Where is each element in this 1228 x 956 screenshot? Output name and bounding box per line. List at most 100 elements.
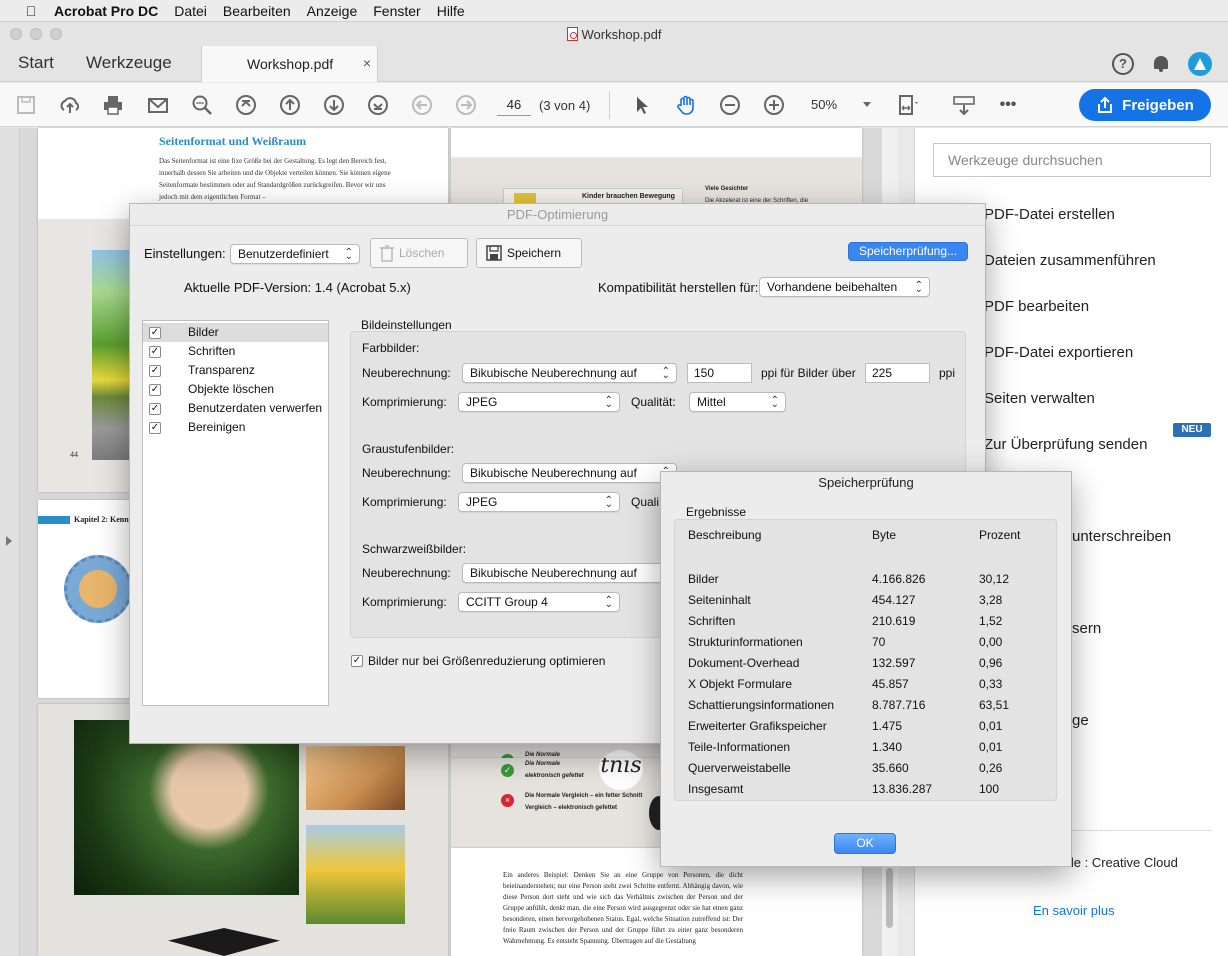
save-settings-label: Speichern (507, 246, 562, 260)
portrait-photo (74, 720, 299, 895)
list-item-clean-up[interactable]: ✓ Bereinigen (143, 418, 328, 437)
save-settings-button[interactable]: Speichern (476, 238, 582, 268)
tab-tools[interactable]: Werkzeuge (86, 53, 172, 73)
mono-resample-select[interactable]: Bikubische Neuberechnung auf (462, 563, 677, 585)
list-item-fonts[interactable]: ✓ Schriften (143, 342, 328, 361)
menu-item-fenster[interactable]: Fenster (373, 3, 420, 19)
pdf-version-label: Aktuelle PDF-Version: 1.4 (Acrobat 5.x) (184, 280, 411, 295)
help-icon[interactable]: ? (1112, 53, 1134, 75)
color-ppi-over-input[interactable]: 225 (865, 363, 930, 383)
gray-resample-label: Neuberechnung: (362, 466, 451, 480)
upload-cloud-icon[interactable] (59, 94, 81, 116)
checkbox-clean-up[interactable]: ✓ (149, 422, 161, 434)
apple-icon[interactable]:  (20, 3, 42, 19)
first-page-icon[interactable] (235, 94, 257, 116)
zoom-out-icon[interactable] (719, 94, 741, 116)
print-icon[interactable] (102, 94, 124, 116)
optimize-only-if-smaller-checkbox[interactable]: ✓ (351, 655, 363, 667)
tool-combine-files[interactable]: Dateien zusammenführen (984, 252, 1156, 269)
creative-cloud-label: lle : Creative Cloud (1068, 855, 1178, 870)
gray-resample-select[interactable]: Bikubische Neuberechnung auf (462, 463, 677, 485)
row-bytes: 35.660 (872, 761, 909, 775)
list-item-images[interactable]: ✓ Bilder (143, 323, 328, 342)
list-item-discard-objects[interactable]: ✓ Objekte löschen (143, 380, 328, 399)
color-compression-select[interactable]: JPEG (458, 392, 620, 414)
row-bytes: 70 (872, 635, 886, 649)
zoom-window-button[interactable] (50, 28, 62, 40)
row-bytes: 45.857 (872, 677, 909, 691)
column-header-percent: Prozent (979, 528, 1021, 542)
color-ppi-input[interactable]: 150 (687, 363, 752, 383)
compatibility-select[interactable]: Vorhandene beibehalten (759, 277, 930, 299)
menu-item-datei[interactable]: Datei (174, 3, 207, 19)
tool-organize-pages[interactable]: Seiten verwalten (984, 390, 1095, 407)
save-icon[interactable] (15, 94, 37, 116)
ppi-unit-label: ppi (939, 366, 956, 380)
color-quality-select[interactable]: Mittel (689, 392, 786, 414)
gray-compression-select[interactable]: JPEG (458, 492, 620, 514)
avatar[interactable] (1188, 52, 1212, 76)
hand-tool-icon[interactable] (675, 94, 697, 116)
scrollbar-thumb[interactable] (886, 868, 893, 928)
ok-button[interactable]: OK (834, 833, 896, 854)
learn-more-link[interactable]: En savoir plus (1033, 903, 1115, 918)
list-item-label: Bereinigen (188, 420, 246, 434)
color-resample-select[interactable]: Bikubische Neuberechnung auf (462, 363, 677, 385)
checkbox-images[interactable]: ✓ (149, 327, 161, 339)
tool-edit-pdf[interactable]: PDF bearbeiten (984, 298, 1089, 315)
tool-export-pdf[interactable]: PDF-Datei exportieren (984, 344, 1133, 361)
page-fit-icon[interactable] (897, 94, 919, 116)
row-bytes: 4.166.826 (872, 572, 926, 586)
tab-document[interactable]: Workshop.pdf × (201, 46, 378, 82)
next-page-icon[interactable] (323, 94, 345, 116)
navigation-pane-toggle[interactable] (0, 128, 20, 956)
page-number-input[interactable]: 46 (497, 94, 531, 116)
share-button[interactable]: Freigeben (1079, 89, 1211, 121)
tool-send-for-review[interactable]: Zur Überprüfung senden (984, 436, 1147, 453)
menu-item-hilfe[interactable]: Hilfe (437, 3, 465, 19)
zoom-in-icon[interactable] (763, 94, 785, 116)
back-view-icon[interactable] (411, 94, 433, 116)
zoom-select[interactable]: 50% (811, 94, 871, 116)
close-window-button[interactable] (10, 28, 22, 40)
row-bytes: 1.475 (872, 719, 903, 733)
last-page-icon[interactable] (367, 94, 389, 116)
close-tab-icon[interactable]: × (363, 55, 371, 71)
checkbox-discard-user-data[interactable]: ✓ (149, 403, 161, 415)
minimize-window-button[interactable] (30, 28, 42, 40)
tools-search-input[interactable]: Werkzeuge durchsuchen (933, 143, 1211, 177)
graduation-cap-image (168, 928, 280, 956)
select-cursor-icon[interactable] (631, 94, 653, 116)
checkbox-fonts[interactable]: ✓ (149, 346, 161, 358)
tool-partial-item[interactable]: ge (1072, 712, 1089, 729)
mono-compression-select[interactable]: CCITT Group 4 (458, 592, 620, 614)
pdf-page (451, 128, 862, 158)
menu-item-bearbeiten[interactable]: Bearbeiten (223, 3, 291, 19)
tool-sign[interactable]: unterschreiben (1072, 528, 1171, 545)
space-audit-button[interactable]: Speicherprüfung... (848, 242, 968, 261)
previous-page-icon[interactable] (279, 94, 301, 116)
list-item-discard-user-data[interactable]: ✓ Benutzerdaten verwerfen (143, 399, 328, 418)
row-percent: 30,12 (979, 572, 1010, 586)
settings-select[interactable]: Benutzerdefiniert (230, 244, 360, 266)
bell-icon[interactable] (1152, 55, 1170, 73)
more-tools-icon[interactable]: ••• (997, 94, 1019, 116)
row-percent: 0,26 (979, 761, 1003, 775)
keyboard-scroll-icon[interactable] (953, 94, 975, 116)
forward-view-icon[interactable] (455, 94, 477, 116)
find-icon[interactable] (191, 94, 213, 116)
menu-app-name[interactable]: Acrobat Pro DC (54, 3, 158, 19)
checkbox-discard-objects[interactable]: ✓ (149, 384, 161, 396)
kids-box-title: Kinder brauchen Bewegung (582, 193, 675, 200)
row-description: Bilder (688, 572, 719, 586)
tool-create-pdf[interactable]: PDF-Datei erstellen (984, 206, 1115, 223)
tool-partial-item[interactable]: sern (1072, 620, 1101, 637)
row-description: Schriften (688, 614, 736, 628)
delete-button[interactable]: Löschen (370, 238, 468, 268)
checkbox-transparency[interactable]: ✓ (149, 365, 161, 377)
email-icon[interactable] (147, 94, 169, 116)
menu-item-anzeige[interactable]: Anzeige (307, 3, 358, 19)
tab-start[interactable]: Start (18, 53, 54, 73)
list-item-transparency[interactable]: ✓ Transparenz (143, 361, 328, 380)
dialog-title: Speicherprüfung (818, 475, 914, 490)
